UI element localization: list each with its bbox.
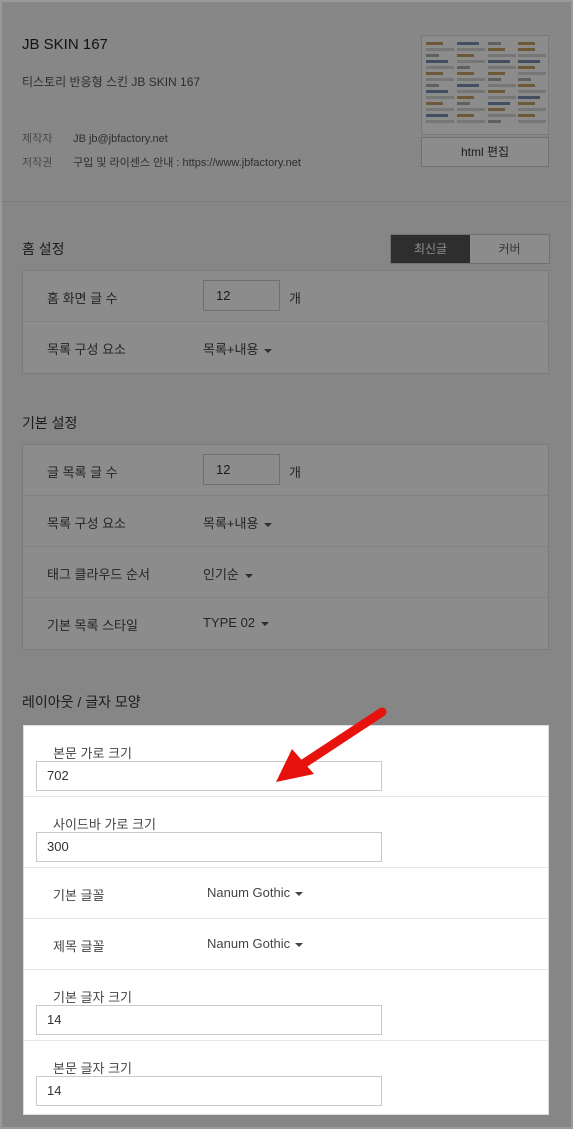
caret-down-icon [264, 522, 273, 527]
tag-cloud-order-value: 인기순 [203, 567, 239, 582]
default-list-style-row: 기본 목록 스타일 TYPE 02 [23, 598, 548, 649]
default-font-value: Nanum Gothic [207, 885, 291, 900]
caret-down-icon [295, 891, 304, 896]
layout-settings-panel: 본문 가로 크기 702 사이드바 가로 크기 300 기본 글꼴 Nanum … [23, 725, 549, 1115]
copyright-row: 저작권 구입 및 라이센스 안내 : https://www.jbfactory… [22, 154, 301, 170]
list-post-count-label: 글 목록 글 수 [47, 465, 118, 480]
content-width-input[interactable]: 702 [36, 761, 382, 791]
tag-cloud-order-row: 태그 클라우드 순서 인기순 [23, 547, 548, 598]
home-settings-title: 홈 설정 [22, 241, 65, 257]
home-list-elements-dropdown[interactable]: 목록+내용 [203, 339, 273, 358]
maker-label: 제작자 [22, 133, 53, 145]
home-post-count-input[interactable]: 12 [203, 280, 280, 311]
title-font-value: Nanum Gothic [207, 936, 291, 951]
title-font-row: 제목 글꼴 Nanum Gothic [24, 919, 548, 970]
default-list-style-label: 기본 목록 스타일 [47, 618, 138, 633]
home-post-count-unit: 개 [289, 291, 301, 306]
caret-down-icon [264, 348, 273, 353]
list-post-count-unit: 개 [289, 465, 301, 480]
list-post-count-row: 글 목록 글 수 12 개 [23, 445, 548, 496]
home-settings-box: 홈 화면 글 수 12 개 목록 구성 요소 목록+내용 [22, 270, 549, 374]
tab-latest[interactable]: 최신글 [391, 235, 470, 263]
basic-settings-box: 글 목록 글 수 12 개 목록 구성 요소 목록+내용 태그 클라우드 순서 … [22, 444, 549, 650]
tag-cloud-order-dropdown[interactable]: 인기순 [203, 564, 253, 583]
default-font-size-input[interactable]: 14 [36, 1005, 382, 1035]
caret-down-icon [261, 621, 270, 626]
home-list-elements-label: 목록 구성 요소 [47, 342, 126, 357]
sidebar-width-label: 사이드바 가로 크기 [53, 817, 156, 832]
list-post-count-input[interactable]: 12 [203, 454, 280, 485]
skin-header: JB SKIN 167 티스토리 반응형 스킨 JB SKIN 167 제작자 … [2, 2, 571, 202]
default-font-label: 기본 글꼴 [53, 888, 105, 903]
tag-cloud-order-label: 태그 클라우드 순서 [47, 567, 150, 582]
default-font-dropdown[interactable]: Nanum Gothic [207, 885, 304, 900]
list-elements-label: 목록 구성 요소 [47, 516, 126, 531]
home-post-count-row: 홈 화면 글 수 12 개 [23, 271, 548, 322]
default-font-size-row: 기본 글자 크기 14 [24, 970, 548, 1041]
skin-thumbnail [421, 35, 549, 135]
maker-row: 제작자 JB jb@jbfactory.net [22, 130, 168, 146]
content-width-label: 본문 가로 크기 [53, 746, 132, 761]
list-elements-value: 목록+내용 [203, 516, 259, 531]
title-font-label: 제목 글꼴 [53, 939, 105, 954]
sidebar-width-row: 사이드바 가로 크기 300 [24, 797, 548, 868]
content-font-size-input[interactable]: 14 [36, 1076, 382, 1106]
copyright-label: 저작권 [22, 157, 53, 169]
content-font-size-row: 본문 글자 크기 14 [24, 1041, 548, 1112]
copyright-value: 구입 및 라이센스 안내 : https://www.jbfactory.net [73, 157, 301, 169]
title-font-dropdown[interactable]: Nanum Gothic [207, 936, 304, 951]
list-elements-row: 목록 구성 요소 목록+내용 [23, 496, 548, 547]
default-list-style-dropdown[interactable]: TYPE 02 [203, 615, 270, 630]
caret-down-icon [295, 942, 304, 947]
basic-settings-title: 기본 설정 [22, 415, 78, 431]
maker-value: JB jb@jbfactory.net [73, 133, 168, 145]
default-font-size-label: 기본 글자 크기 [53, 990, 132, 1005]
tab-cover[interactable]: 커버 [470, 235, 549, 263]
skin-description: 티스토리 반응형 스킨 JB SKIN 167 [22, 75, 201, 89]
home-post-count-label: 홈 화면 글 수 [47, 291, 118, 306]
home-list-elements-value: 목록+내용 [203, 342, 259, 357]
list-elements-dropdown[interactable]: 목록+내용 [203, 513, 273, 532]
caret-down-icon [244, 573, 253, 578]
content-width-row: 본문 가로 크기 702 [24, 726, 548, 797]
default-list-style-value: TYPE 02 [203, 615, 256, 630]
content-font-size-label: 본문 글자 크기 [53, 1061, 132, 1076]
skin-settings-frame: JB SKIN 167 티스토리 반응형 스킨 JB SKIN 167 제작자 … [0, 0, 573, 1129]
html-edit-button[interactable]: html 편집 [421, 137, 549, 167]
layout-settings-title: 레이아웃 / 글자 모양 [22, 694, 141, 710]
default-font-row: 기본 글꼴 Nanum Gothic [24, 868, 548, 919]
sidebar-width-input[interactable]: 300 [36, 832, 382, 862]
home-tabs: 최신글 커버 [390, 234, 550, 264]
skin-title: JB SKIN 167 [22, 36, 108, 53]
home-list-elements-row: 목록 구성 요소 목록+내용 [23, 322, 548, 373]
